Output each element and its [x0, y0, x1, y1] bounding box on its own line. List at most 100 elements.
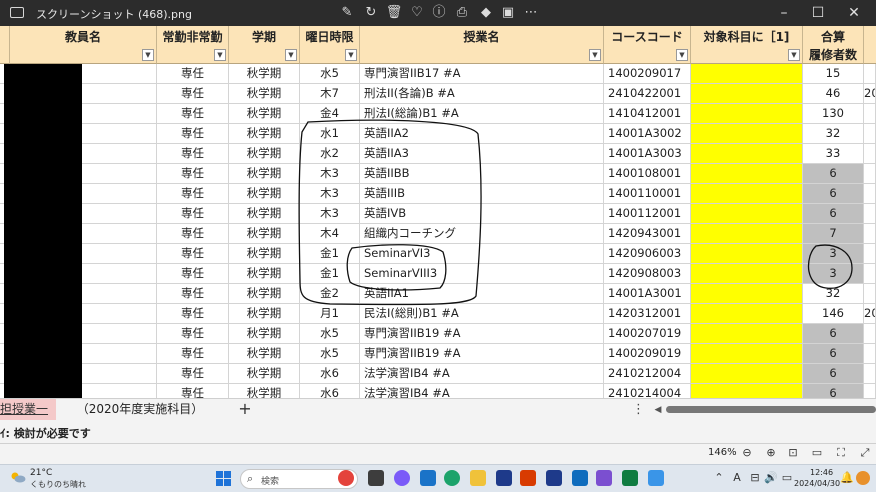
app-icon-w[interactable]	[496, 470, 512, 486]
enrollment-count-cell[interactable]: 6	[803, 184, 864, 204]
table-row[interactable]: 専任秋学期月1民法I(総則)B1 #A1420312001 14620	[0, 304, 876, 324]
term-cell[interactable]: 秋学期	[229, 304, 300, 324]
term-cell[interactable]: 秋学期	[229, 204, 300, 224]
course-name-cell[interactable]: 専門演習IIB19 #A	[360, 324, 604, 344]
course-code-cell[interactable]: 1420906003	[604, 244, 691, 264]
teams-chat-icon[interactable]	[394, 470, 410, 486]
extra-cell[interactable]: 20	[864, 84, 876, 104]
extra-cell[interactable]	[864, 184, 876, 204]
period-cell[interactable]: 金1	[300, 244, 360, 264]
filter-dropdown-icon[interactable]: ▼	[214, 49, 226, 61]
tab-2020-sheet[interactable]: （2020年度実施科目）	[70, 399, 210, 420]
photos-icon[interactable]	[648, 470, 664, 486]
employment-cell[interactable]: 専任	[157, 344, 229, 364]
enrollment-count-cell[interactable]: 6	[803, 344, 864, 364]
strawberry-widget-icon[interactable]	[338, 470, 354, 486]
period-cell[interactable]: 金4	[300, 104, 360, 124]
course-name-cell[interactable]: 英語IIA1	[360, 284, 604, 304]
target-subject-cell[interactable]	[691, 124, 803, 144]
enrollment-count-cell[interactable]: 3	[803, 244, 864, 264]
employment-cell[interactable]: 専任	[157, 384, 229, 398]
filter-dropdown-icon[interactable]: ▼	[142, 49, 154, 61]
course-code-cell[interactable]: 2410214004	[604, 384, 691, 398]
expand-icon[interactable]: ⤢	[858, 446, 872, 460]
employment-cell[interactable]: 専任	[157, 64, 229, 84]
employment-cell[interactable]: 専任	[157, 164, 229, 184]
horizontal-scrollbar[interactable]: ◀	[652, 403, 876, 417]
extra-cell[interactable]	[864, 244, 876, 264]
employment-cell[interactable]: 専任	[157, 264, 229, 284]
course-code-cell[interactable]: 1400209017	[604, 64, 691, 84]
enrollment-count-cell[interactable]: 130	[803, 104, 864, 124]
target-subject-cell[interactable]	[691, 304, 803, 324]
table-row[interactable]: 専任 秋学期 木4 組織内コーチング 1420943001 7	[0, 224, 876, 244]
course-name-cell[interactable]: SeminarVIII3	[360, 264, 604, 284]
clipchamp-icon[interactable]: ▣	[499, 4, 517, 22]
enrollment-count-cell[interactable]: 6	[803, 384, 864, 398]
extra-cell[interactable]	[864, 224, 876, 244]
period-cell[interactable]: 金2	[300, 284, 360, 304]
course-name-cell[interactable]: 専門演習IIB19 #A	[360, 344, 604, 364]
table-row[interactable]: 専任 秋学期 金1 SeminarVIII3 1420908003 3	[0, 264, 876, 284]
employment-cell[interactable]: 専任	[157, 204, 229, 224]
extra-cell[interactable]	[864, 204, 876, 224]
term-cell[interactable]: 秋学期	[229, 184, 300, 204]
copilot-icon[interactable]: ◆	[477, 4, 495, 22]
more-icon[interactable]: ⋯	[522, 4, 540, 22]
clock-time[interactable]: 12:46	[810, 468, 833, 477]
course-name-cell[interactable]: 英語IIIB	[360, 184, 604, 204]
target-subject-cell[interactable]	[691, 244, 803, 264]
course-name-cell[interactable]: 専門演習IIB17 #A	[360, 64, 604, 84]
table-row[interactable]: 専任 秋学期 金1 SeminarVI3 1420906003 3	[0, 244, 876, 264]
extra-cell[interactable]	[864, 64, 876, 84]
extra-cell[interactable]	[864, 264, 876, 284]
period-cell[interactable]: 木3	[300, 164, 360, 184]
course-name-cell[interactable]: 法学演習IB4 #A	[360, 364, 604, 384]
minimize-button[interactable]: –	[768, 2, 800, 24]
course-code-cell[interactable]: 1410412001	[604, 104, 691, 124]
extra-cell[interactable]	[864, 124, 876, 144]
enrollment-count-cell[interactable]: 146	[803, 304, 864, 324]
course-code-cell[interactable]: 2410422001	[604, 84, 691, 104]
table-row[interactable]: 専任 秋学期 水5 専門演習IIB19 #A 1400209019 6	[0, 344, 876, 364]
term-cell[interactable]: 秋学期	[229, 84, 300, 104]
fit-window-icon[interactable]: ▭	[810, 446, 824, 460]
employment-cell[interactable]: 専任	[157, 284, 229, 304]
target-subject-cell[interactable]	[691, 204, 803, 224]
extra-cell[interactable]	[864, 384, 876, 398]
network-icon[interactable]: ⊟	[748, 471, 762, 485]
enrollment-count-cell[interactable]: 7	[803, 224, 864, 244]
file-explorer-icon[interactable]	[470, 470, 486, 486]
term-cell[interactable]: 秋学期	[229, 324, 300, 344]
term-cell[interactable]: 秋学期	[229, 344, 300, 364]
filter-dropdown-icon[interactable]: ▼	[788, 49, 800, 61]
employment-cell[interactable]: 専任	[157, 224, 229, 244]
course-code-cell[interactable]: 1400209019	[604, 344, 691, 364]
course-name-cell[interactable]: 刑法I(総論)B1 #A	[360, 104, 604, 124]
employment-cell[interactable]: 専任	[157, 324, 229, 344]
term-cell[interactable]: 秋学期	[229, 284, 300, 304]
store-icon[interactable]	[520, 470, 536, 486]
term-cell[interactable]: 秋学期	[229, 64, 300, 84]
extra-cell[interactable]: 20	[864, 304, 876, 324]
term-cell[interactable]: 秋学期	[229, 144, 300, 164]
extra-cell[interactable]	[864, 284, 876, 304]
onenote-icon[interactable]	[596, 470, 612, 486]
employment-cell[interactable]: 専任	[157, 244, 229, 264]
table-row[interactable]: 専任 秋学期 木3 英語IIBB 1400108001 6	[0, 164, 876, 184]
period-cell[interactable]: 木3	[300, 204, 360, 224]
windows-start-icon[interactable]	[216, 471, 232, 487]
edit-icon[interactable]: ✎	[338, 4, 356, 22]
term-cell[interactable]: 秋学期	[229, 164, 300, 184]
enrollment-count-cell[interactable]: 3	[803, 264, 864, 284]
period-cell[interactable]: 金1	[300, 264, 360, 284]
employment-cell[interactable]: 専任	[157, 364, 229, 384]
period-cell[interactable]: 木7	[300, 84, 360, 104]
course-code-cell[interactable]: 1420312001	[604, 304, 691, 324]
table-row[interactable]: 専任 秋学期 水1 英語IIA2 14001A3002 32	[0, 124, 876, 144]
course-name-cell[interactable]: 英語IIBB	[360, 164, 604, 184]
target-subject-cell[interactable]	[691, 104, 803, 124]
table-row[interactable]: 専任 秋学期 木3 英語IVB 1400112001 6	[0, 204, 876, 224]
print-icon[interactable]: ⎙	[453, 4, 471, 22]
period-cell[interactable]: 水5	[300, 64, 360, 84]
